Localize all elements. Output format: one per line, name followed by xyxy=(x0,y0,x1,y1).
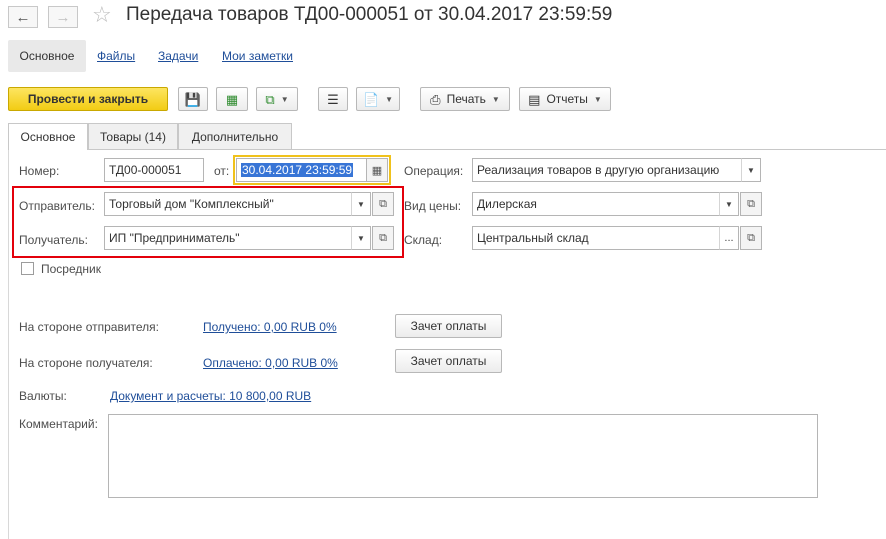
print-button[interactable]: ⎙ Печать ▼ xyxy=(420,87,510,111)
arrow-left-icon: ← xyxy=(15,8,31,26)
sender-offset-button[interactable]: Зачет оплаты xyxy=(395,314,502,338)
section-tasks[interactable]: Задачи xyxy=(158,49,198,63)
price-type-label: Вид цены: xyxy=(404,199,462,213)
reports-label: Отчеты xyxy=(546,92,588,106)
list-icon: ☰ xyxy=(327,91,339,107)
warehouse-select-button[interactable]: ... xyxy=(719,226,739,250)
forward-button[interactable]: → xyxy=(48,6,78,28)
operation-select[interactable]: Реализация товаров в другую организацию xyxy=(472,158,742,182)
back-button[interactable]: ← xyxy=(8,6,38,28)
ellipsis-icon: ... xyxy=(724,232,734,244)
window-title: Передача товаров ТД00-000051 от 30.04.20… xyxy=(126,4,613,25)
number-label: Номер: xyxy=(19,164,60,178)
chevron-down-icon: ▼ xyxy=(385,94,394,104)
date-field[interactable]: 30.04.2017 23:59:59 xyxy=(236,158,366,182)
section-notes[interactable]: Мои заметки xyxy=(222,49,293,63)
post-icon: ▦ xyxy=(225,91,239,107)
print-label: Печать xyxy=(446,92,486,106)
panel-border xyxy=(8,149,9,539)
printer-icon: ⎙ xyxy=(430,91,441,107)
operation-dropdown[interactable]: ▼ xyxy=(741,158,761,182)
received-link[interactable]: Получено: 0,00 RUB 0% xyxy=(203,320,337,334)
attach-icon: 📄 xyxy=(362,91,380,107)
reports-icon: ▤ xyxy=(528,91,541,107)
warehouse-label: Склад: xyxy=(404,233,443,247)
chevron-down-icon: ▼ xyxy=(491,94,500,104)
price-type-open-button[interactable]: ⧉ xyxy=(740,192,762,216)
tab-divider xyxy=(8,149,886,150)
receiver-side-label: На стороне получателя: xyxy=(19,356,153,370)
structure-button[interactable]: ☰ xyxy=(318,87,348,111)
price-type-field[interactable]: Дилерская xyxy=(472,192,720,216)
section-main[interactable]: Основное xyxy=(8,40,86,72)
post-and-close-button[interactable]: Провести и закрыть xyxy=(8,87,168,111)
section-files[interactable]: Файлы xyxy=(97,49,135,63)
comment-textarea[interactable] xyxy=(108,414,818,498)
chevron-down-icon: ▼ xyxy=(593,94,602,104)
warehouse-field[interactable]: Центральный склад xyxy=(472,226,720,250)
paid-link[interactable]: Оплачено: 0,00 RUB 0% xyxy=(203,356,338,370)
comment-label: Комментарий: xyxy=(19,417,98,431)
create-based-button[interactable]: ⧉ ▼ xyxy=(256,87,298,111)
save-button[interactable]: 💾 xyxy=(178,87,208,111)
save-icon: 💾 xyxy=(184,91,202,107)
tab-additional[interactable]: Дополнительно xyxy=(178,123,292,149)
warehouse-open-button[interactable]: ⧉ xyxy=(740,226,762,250)
post-button[interactable]: ▦ xyxy=(216,87,248,111)
date-label: от: xyxy=(214,164,230,178)
open-icon: ⧉ xyxy=(747,231,755,244)
calendar-button[interactable]: ▦ xyxy=(366,158,388,182)
tab-goods[interactable]: Товары (14) xyxy=(88,123,178,149)
chevron-down-icon: ▼ xyxy=(725,199,733,209)
reports-button[interactable]: ▤ Отчеты ▼ xyxy=(519,87,611,111)
date-value: 30.04.2017 23:59:59 xyxy=(241,163,354,177)
chevron-down-icon: ▼ xyxy=(747,165,755,175)
operation-label: Операция: xyxy=(404,164,464,178)
intermediary-label: Посредник xyxy=(41,262,101,276)
highlight-frame xyxy=(12,186,404,258)
sender-side-label: На стороне отправителя: xyxy=(19,320,159,334)
calendar-icon: ▦ xyxy=(371,164,383,177)
arrow-right-icon: → xyxy=(55,8,71,26)
intermediary-checkbox[interactable] xyxy=(21,262,34,275)
open-icon: ⧉ xyxy=(747,197,755,210)
chevron-down-icon: ▼ xyxy=(280,94,289,104)
favorite-star-icon[interactable]: ☆ xyxy=(92,4,112,26)
currency-label: Валюты: xyxy=(19,389,67,403)
attach-button[interactable]: 📄 ▼ xyxy=(356,87,400,111)
create-based-icon: ⧉ xyxy=(265,91,275,107)
price-type-dropdown[interactable]: ▼ xyxy=(719,192,739,216)
tab-main[interactable]: Основное xyxy=(8,123,88,150)
currency-link[interactable]: Документ и расчеты: 10 800,00 RUB xyxy=(110,389,311,403)
number-field[interactable]: ТД00-000051 xyxy=(104,158,204,182)
receiver-offset-button[interactable]: Зачет оплаты xyxy=(395,349,502,373)
